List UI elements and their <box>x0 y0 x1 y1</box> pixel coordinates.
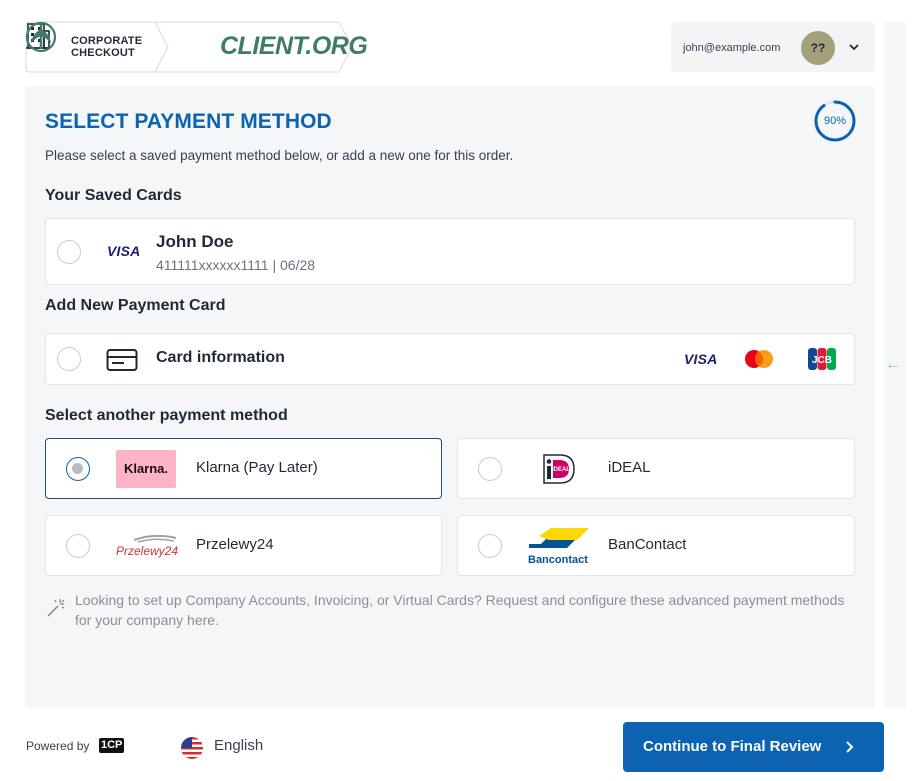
bancontact-logo-text: Bancontact <box>528 554 588 566</box>
payment-option-ideal[interactable]: IDEAL iDEAL <box>457 438 855 499</box>
bancontact-radio[interactable] <box>478 534 502 558</box>
svg-text:IDEAL: IDEAL <box>552 467 570 473</box>
arrow-left-icon[interactable]: ← <box>885 356 901 374</box>
new-card-heading: Add New Payment Card <box>45 297 226 314</box>
other-methods-heading: Select another payment method <box>45 407 288 424</box>
us-flag-icon[interactable] <box>181 737 203 759</box>
continue-button[interactable]: Continue to Final Review <box>623 722 884 772</box>
przelewy24-label: Przelewy24 <box>196 536 274 553</box>
ideal-radio[interactable] <box>478 457 502 481</box>
progress-label: 90% <box>823 115 847 127</box>
language-selector[interactable]: English <box>214 737 263 754</box>
mastercard-icon <box>745 350 773 368</box>
visa-logo: VISA <box>684 351 718 367</box>
magic-wand-icon <box>47 599 65 617</box>
new-card-radio[interactable] <box>57 347 81 371</box>
przelewy24-logo-icon: Przelewy24 <box>116 534 178 558</box>
header-breadcrumb: CORPORATE CHECKOUT CLIENT.ORG <box>25 21 368 73</box>
jcb-text: JCB <box>812 355 832 366</box>
klarna-label: Klarna (Pay Later) <box>196 459 318 476</box>
saved-card-radio[interactable] <box>57 240 81 264</box>
klarna-logo: Klarna. <box>116 450 176 488</box>
user-email: john@example.com <box>683 42 781 54</box>
przelewy24-logo-text: Przelewy24 <box>116 544 178 558</box>
saved-cards-heading: Your Saved Cards <box>45 187 182 204</box>
user-menu[interactable]: john@example.com ?? <box>671 22 875 72</box>
avatar[interactable]: ?? <box>801 31 835 65</box>
jcb-logo-icon: JCB <box>808 348 836 370</box>
page-subtitle: Please select a saved payment method bel… <box>45 148 514 163</box>
klarna-radio[interactable] <box>66 457 90 481</box>
bancontact-logo-icon: Bancontact <box>528 528 589 566</box>
powered-by-label: Powered by <box>26 739 90 753</box>
przelewy24-radio[interactable] <box>66 534 90 558</box>
page-title: SELECT PAYMENT METHOD <box>45 110 332 133</box>
payment-option-klarna[interactable]: Klarna. Klarna (Pay Later) <box>45 438 442 499</box>
client-brand-name: CLIENT.ORG <box>220 32 368 60</box>
ideal-logo-icon: IDEAL <box>543 454 575 484</box>
chevron-right-icon <box>846 741 854 753</box>
continue-button-label: Continue to Final Review <box>643 738 822 755</box>
client-leaf-logo-icon <box>25 21 57 53</box>
card-holder-name: John Doe <box>156 232 234 251</box>
card-details: 411111xxxxxx1111 | 06/28 <box>156 257 316 273</box>
saved-card-option[interactable]: VISA John Doe 411111xxxxxx1111 | 06/28 <box>45 218 855 285</box>
corporate-checkout-label: CORPORATE CHECKOUT <box>71 35 143 59</box>
powered-by-logo: 1CP <box>99 738 125 753</box>
bancontact-label: BanContact <box>608 536 687 553</box>
visa-logo: VISA <box>107 243 141 259</box>
ideal-label: iDEAL <box>608 459 651 476</box>
payment-option-bancontact[interactable]: Bancontact BanContact <box>457 515 855 576</box>
payment-panel: SELECT PAYMENT METHOD 90% Please select … <box>25 86 875 708</box>
chevron-down-icon[interactable] <box>847 40 861 54</box>
advanced-payment-note[interactable]: Looking to set up Company Accounts, Invo… <box>75 590 855 630</box>
payment-option-przelewy24[interactable]: Przelewy24 Przelewy24 <box>45 515 442 576</box>
credit-card-icon <box>106 349 138 371</box>
card-information-label: Card information <box>156 349 285 366</box>
new-card-option[interactable]: Card information VISA JCB <box>45 333 855 385</box>
